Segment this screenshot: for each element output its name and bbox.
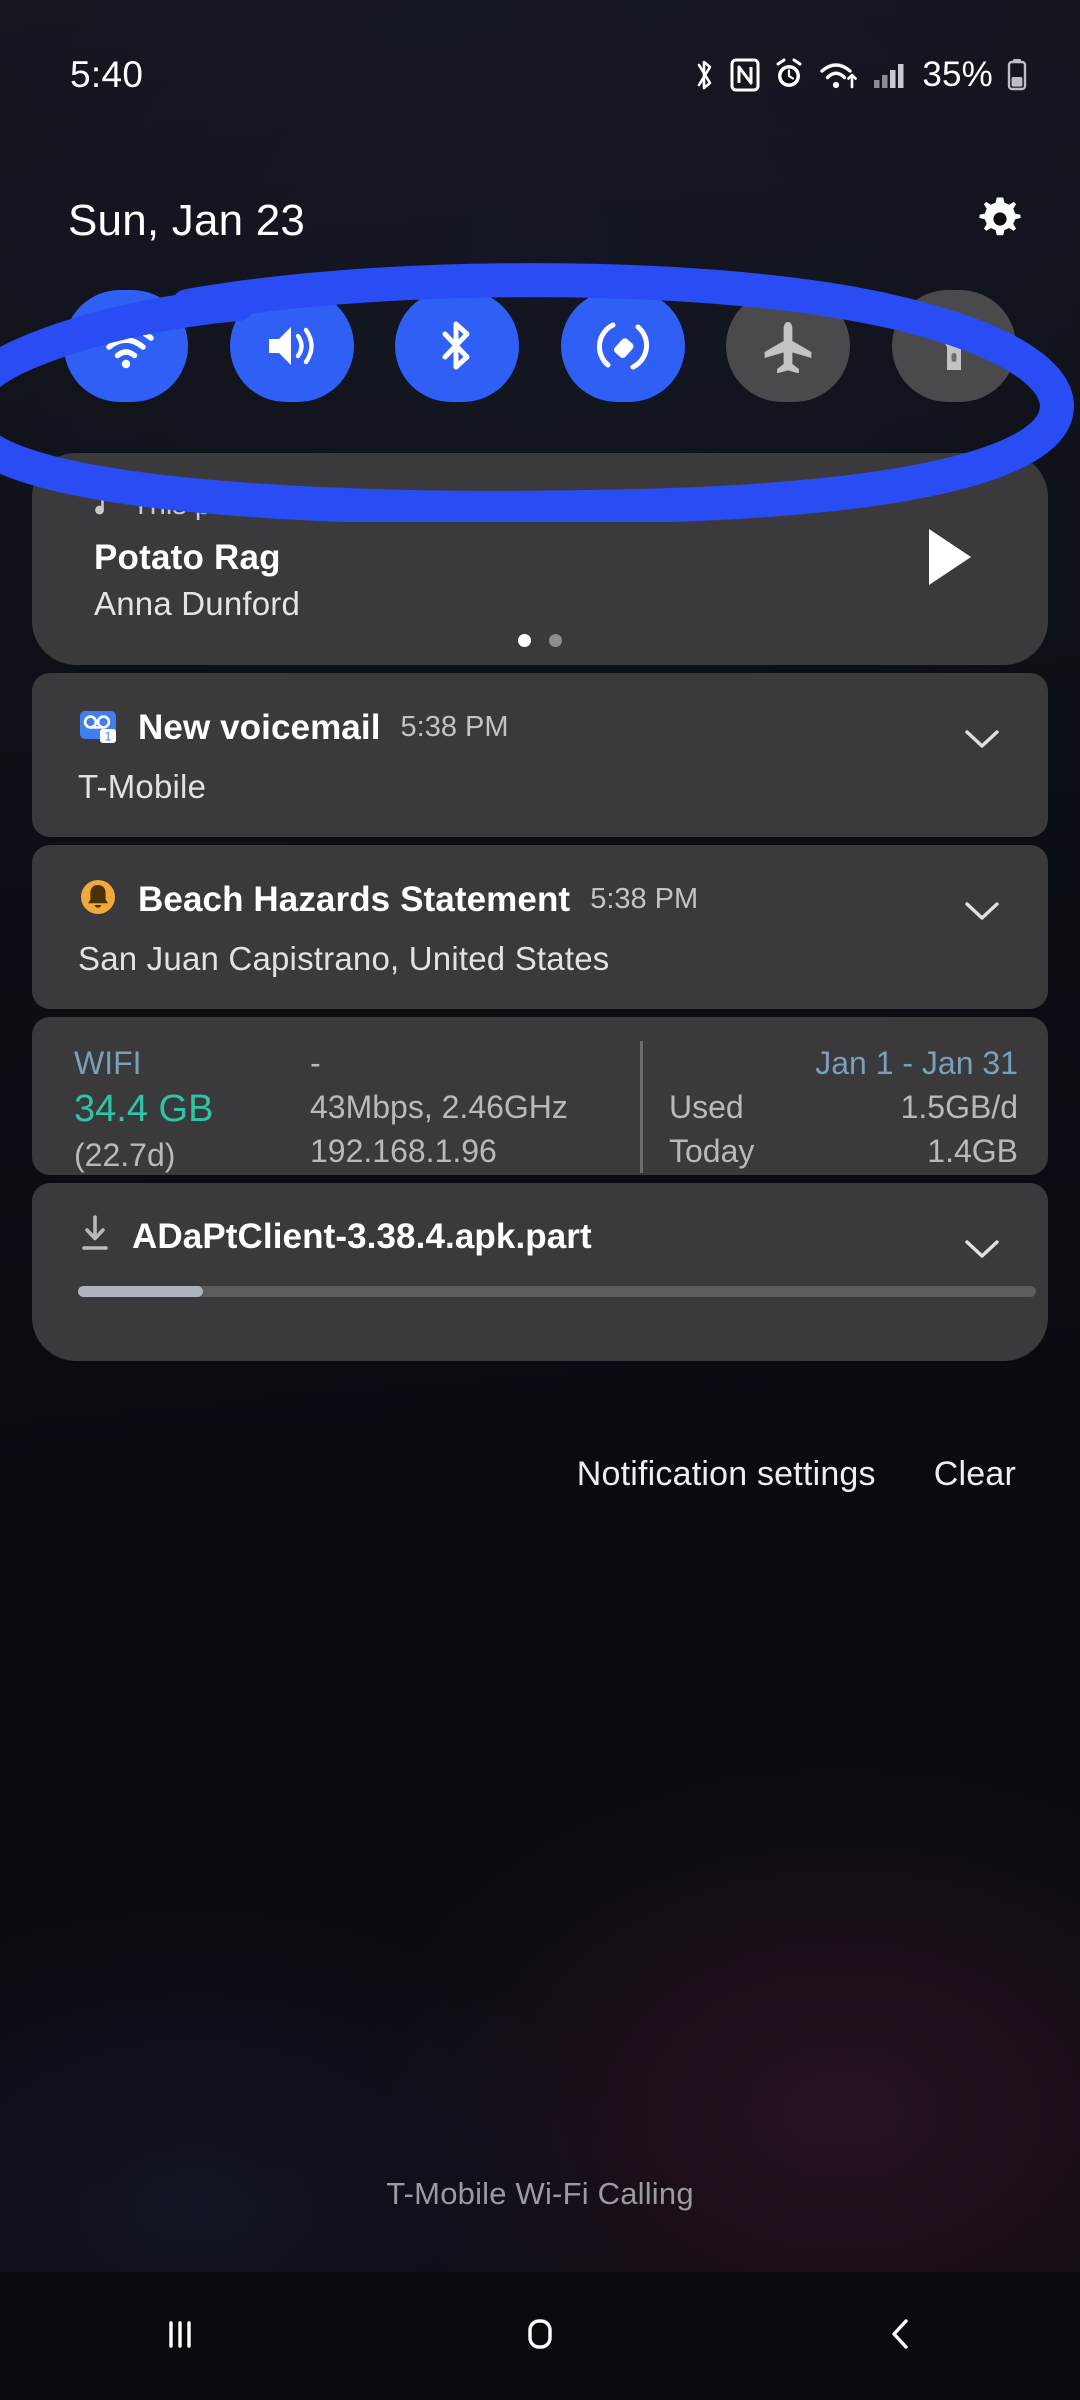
data-usage-column-period: Jan 1 - Jan 31 Used 1.5GB/d Today 1.4GB xyxy=(640,1041,1018,1173)
data-usage-duration: (22.7d) xyxy=(74,1137,176,1173)
status-bar-icons: 35% xyxy=(693,55,1028,95)
alert-bell-icon xyxy=(78,877,118,922)
battery-percent-label: 35% xyxy=(922,55,993,94)
quick-tile-sound[interactable] xyxy=(229,290,354,402)
quick-tile-flashlight[interactable] xyxy=(891,290,1016,402)
data-usage-column-connection: - 43Mbps, 2.46GHz 192.168.1.96 xyxy=(310,1041,640,1173)
download-header: ADaPtClient-3.38.4.apk.part xyxy=(78,1213,1008,1260)
media-player-notification[interactable]: This phone Potato Rag Anna Dunford xyxy=(32,453,1048,665)
notification-body: San Juan Capistrano, United States xyxy=(78,940,610,977)
notification-header: Beach Hazards Statement 5:38 PM xyxy=(78,877,1008,922)
recents-icon xyxy=(156,2310,204,2363)
notification-voicemail[interactable]: 1 New voicemail 5:38 PM T-Mobile xyxy=(32,673,1048,837)
media-track-title: Potato Rag xyxy=(94,538,281,577)
date-label: Sun, Jan 23 xyxy=(68,196,306,245)
status-bar: 5:40 35% xyxy=(0,0,1080,150)
date-row: Sun, Jan 23 xyxy=(0,178,1080,264)
notification-title: New voicemail xyxy=(138,707,381,747)
media-header: This phone xyxy=(94,489,1008,522)
data-usage-used-value: 1.5GB/d xyxy=(900,1089,1018,1125)
data-usage-today-label: Today xyxy=(669,1133,755,1169)
expand-button[interactable] xyxy=(960,1229,1004,1273)
notification-body: T-Mobile xyxy=(78,768,207,805)
notification-time: 5:38 PM xyxy=(590,883,699,915)
download-progress-bar xyxy=(78,1286,1036,1297)
wifi-icon xyxy=(95,320,157,372)
voicemail-icon: 1 xyxy=(78,705,118,750)
media-page-dots xyxy=(32,634,1048,647)
bluetooth-icon xyxy=(693,57,717,93)
notification-download[interactable]: ADaPtClient-3.38.4.apk.part xyxy=(32,1183,1048,1361)
notification-title: Beach Hazards Statement xyxy=(138,879,571,919)
chevron-down-icon xyxy=(962,898,1002,929)
svg-text:1: 1 xyxy=(105,729,112,743)
quick-tile-airplane-mode[interactable] xyxy=(726,290,851,402)
data-usage-used-row: Used 1.5GB/d xyxy=(669,1085,1018,1129)
data-usage-link-speed: 43Mbps, 2.46GHz xyxy=(310,1089,568,1125)
notification-list: This phone Potato Rag Anna Dunford 1 New… xyxy=(32,453,1048,1369)
expand-button[interactable] xyxy=(960,891,1004,935)
data-usage-network-label: WIFI xyxy=(74,1045,142,1081)
music-note-icon xyxy=(94,489,116,522)
back-button[interactable] xyxy=(825,2272,975,2400)
data-usage-period-row: Jan 1 - Jan 31 xyxy=(669,1041,1018,1085)
expand-button[interactable] xyxy=(960,719,1004,763)
back-icon xyxy=(876,2310,924,2363)
cell-signal-icon xyxy=(873,57,905,93)
home-icon xyxy=(516,2310,564,2363)
chevron-down-icon xyxy=(962,1236,1002,1267)
notification-footer-actions: Notification settings Clear xyxy=(0,1455,1080,1494)
volume-icon xyxy=(263,319,321,373)
quick-settings-row xyxy=(0,290,1080,402)
quick-tile-auto-rotate[interactable] xyxy=(560,290,685,402)
page-dot xyxy=(518,634,531,647)
auto-rotate-icon xyxy=(594,317,652,375)
status-bar-clock: 5:40 xyxy=(70,54,144,95)
download-filename: ADaPtClient-3.38.4.apk.part xyxy=(132,1216,592,1256)
settings-button[interactable] xyxy=(970,191,1030,251)
data-usage-today-value: 1.4GB xyxy=(927,1133,1018,1169)
data-usage-ip-address: 192.168.1.96 xyxy=(310,1133,497,1169)
data-usage-total: 34.4 GB xyxy=(74,1088,214,1130)
alarm-icon xyxy=(773,57,805,93)
recents-button[interactable] xyxy=(105,2272,255,2400)
bluetooth-icon xyxy=(434,317,480,375)
page-dot xyxy=(549,634,562,647)
home-button[interactable] xyxy=(465,2272,615,2400)
notification-data-usage[interactable]: WIFI 34.4 GB (22.7d) - 43Mbps, 2.46GHz 1… xyxy=(32,1017,1048,1175)
nfc-icon xyxy=(730,57,760,93)
quick-tile-wifi[interactable] xyxy=(64,290,188,402)
chevron-down-icon xyxy=(962,726,1002,757)
data-usage-period-label: Jan 1 - Jan 31 xyxy=(815,1045,1018,1081)
notification-settings-button[interactable]: Notification settings xyxy=(577,1455,876,1494)
gear-icon xyxy=(974,193,1026,250)
data-usage-today-row: Today 1.4GB xyxy=(669,1129,1018,1173)
battery-icon xyxy=(1006,57,1028,93)
notification-header: 1 New voicemail 5:38 PM xyxy=(78,705,1008,750)
download-progress-fill xyxy=(78,1286,203,1297)
media-track-artist: Anna Dunford xyxy=(94,585,301,622)
notification-time: 5:38 PM xyxy=(400,711,509,743)
wifi-icon xyxy=(818,57,860,93)
notification-beach-hazards[interactable]: Beach Hazards Statement 5:38 PM San Juan… xyxy=(32,845,1048,1009)
media-play-button[interactable] xyxy=(912,522,986,596)
notification-shade-screen: 5:40 35% Sun, Jan 23 This phone Potato R… xyxy=(0,0,1080,2400)
flashlight-icon xyxy=(930,318,978,374)
data-usage-used-label: Used xyxy=(669,1089,744,1125)
data-usage-dash: - xyxy=(310,1045,321,1081)
media-app-label: This phone xyxy=(132,489,276,521)
play-icon xyxy=(921,525,977,594)
quick-tile-bluetooth[interactable] xyxy=(395,290,520,402)
carrier-label: T-Mobile Wi-Fi Calling xyxy=(386,2176,694,2211)
airplane-icon xyxy=(759,319,817,373)
clear-all-button[interactable]: Clear xyxy=(934,1455,1016,1494)
data-usage-column-wifi: WIFI 34.4 GB (22.7d) xyxy=(74,1041,310,1177)
navigation-bar xyxy=(0,2272,1080,2400)
download-icon xyxy=(78,1213,112,1260)
